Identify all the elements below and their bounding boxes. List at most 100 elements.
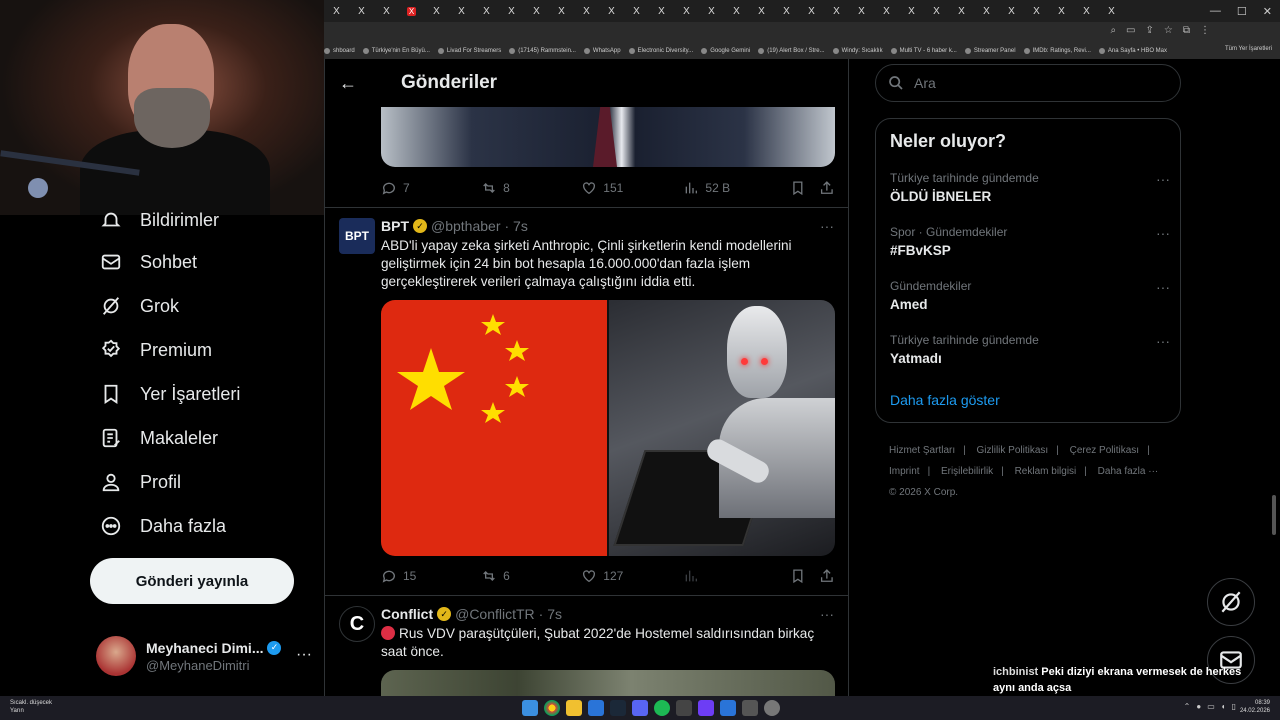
bookmark-item[interactable]: Türkiye'nin En Büyü... xyxy=(362,47,430,54)
footer-link[interactable]: Daha fazla ··· xyxy=(1098,466,1159,477)
trend-more-icon[interactable]: ··· xyxy=(1156,171,1170,187)
account-more-icon[interactable]: ··· xyxy=(296,646,312,664)
browser-tab[interactable]: X xyxy=(849,0,874,22)
reply-button[interactable]: 7 xyxy=(381,180,481,196)
footer-link[interactable]: Hizmet Şartları xyxy=(889,445,955,456)
tweet-avatar[interactable]: BPT xyxy=(339,218,375,254)
footer-link[interactable]: Imprint xyxy=(889,466,920,477)
trend-item[interactable]: Türkiye tarihinde gündemde Yatmadı ··· xyxy=(890,333,1170,366)
tweet-author-handle[interactable]: @bpthaber xyxy=(431,218,500,234)
volume-icon[interactable]: ◖ xyxy=(1221,702,1226,711)
footer-link[interactable]: Reklam bilgisi xyxy=(1015,466,1077,477)
share-icon[interactable]: ⇪ xyxy=(1146,25,1154,36)
like-button[interactable]: 151 xyxy=(581,180,683,196)
browser-tab[interactable]: X xyxy=(724,0,749,22)
tweet-image[interactable] xyxy=(381,670,835,696)
bookmark-item[interactable]: (19) Alert Box / Stre... xyxy=(758,47,825,54)
browser-tab[interactable]: X xyxy=(599,0,624,22)
nav-item-bookmarks[interactable]: Yer İşaretleri xyxy=(90,372,320,416)
browser-tab[interactable]: X xyxy=(749,0,774,22)
browser-tab[interactable]: X xyxy=(1024,0,1049,22)
browser-tab[interactable]: X xyxy=(824,0,849,22)
browser-tab[interactable]: X xyxy=(1049,0,1074,22)
search-icon[interactable]: ⌕ xyxy=(1110,25,1116,36)
spotify-icon[interactable] xyxy=(654,700,670,716)
steam-icon[interactable] xyxy=(610,700,626,716)
post-button[interactable]: Gönderi yayınla xyxy=(90,558,294,604)
trend-more-icon[interactable]: ··· xyxy=(1156,225,1170,241)
tweet-author-name[interactable]: BPT xyxy=(381,218,409,234)
share-icon[interactable] xyxy=(819,568,835,584)
start-icon[interactable] xyxy=(522,700,538,716)
app-icon[interactable] xyxy=(698,700,714,716)
trend-item[interactable]: Gündemdekiler Amed ··· xyxy=(890,279,1170,312)
grok-button[interactable] xyxy=(1207,578,1255,626)
tweet-more-icon[interactable]: ··· xyxy=(820,606,834,622)
battery-icon[interactable]: ▯ xyxy=(1232,702,1236,711)
browser-tab[interactable]: X xyxy=(799,0,824,22)
browser-tab[interactable]: X xyxy=(874,0,899,22)
browser-tab[interactable]: X xyxy=(999,0,1024,22)
bookmark-item[interactable]: Multi TV - 6 haber k... xyxy=(890,47,957,54)
star-icon[interactable]: ☆ xyxy=(1164,25,1173,36)
extensions-icon[interactable]: ⧉ xyxy=(1183,25,1190,36)
bookmark-item[interactable]: Ana Sayfa • HBO Max xyxy=(1098,47,1167,54)
trend-item[interactable]: Türkiye tarihinde gündemde ÖLDÜ İBNELER … xyxy=(890,171,1170,204)
browser-tab[interactable]: X xyxy=(624,0,649,22)
maximize-icon[interactable]: ☐ xyxy=(1237,5,1247,18)
app-icon[interactable] xyxy=(720,700,736,716)
browser-tab[interactable]: X xyxy=(574,0,599,22)
bookmark-item[interactable]: Livad For Streamers xyxy=(437,47,501,54)
bookmark-item[interactable]: Windy: Sıcaklık xyxy=(832,47,883,54)
bookmark-item[interactable]: Streamer Panel xyxy=(964,47,1016,54)
tweet-author-handle[interactable]: @ConflictTR xyxy=(455,606,535,622)
browser-tab[interactable]: X xyxy=(399,0,424,22)
views-button[interactable]: 52 B xyxy=(683,180,781,196)
network-icon[interactable]: ▭ xyxy=(1207,702,1215,711)
browser-tab[interactable]: X xyxy=(499,0,524,22)
tweet-time[interactable]: · 7s xyxy=(504,218,527,234)
search-input[interactable]: Ara xyxy=(875,64,1181,102)
clock[interactable]: 08:39 24.02.2026 xyxy=(1240,699,1270,715)
nav-item-premium[interactable]: Premium xyxy=(90,328,320,372)
browser-tab[interactable]: X xyxy=(1074,0,1099,22)
folder-icon[interactable] xyxy=(566,700,582,716)
account-switcher[interactable]: Meyhaneci Dimi... ✓ @MeyhaneDimitri ··· xyxy=(96,634,316,678)
tweet-more-icon[interactable]: ··· xyxy=(820,218,834,234)
nav-item-grok[interactable]: Grok xyxy=(90,284,320,328)
bookmark-item[interactable]: WhatsApp xyxy=(583,47,621,54)
tweet-avatar[interactable]: C xyxy=(339,606,375,642)
trend-more-icon[interactable]: ··· xyxy=(1156,333,1170,349)
browser-tab[interactable]: X xyxy=(324,0,349,22)
browser-tab[interactable]: X xyxy=(699,0,724,22)
tweet-author-name[interactable]: Conflict xyxy=(381,606,433,622)
bookmark-item[interactable]: Electronic Diversity... xyxy=(628,47,693,54)
minimize-icon[interactable]: — xyxy=(1210,5,1221,17)
browser-tab[interactable]: X xyxy=(524,0,549,22)
tweet-image[interactable] xyxy=(381,300,835,556)
show-more-link[interactable]: Daha fazla göster xyxy=(890,392,1000,408)
footer-link[interactable]: Gizlilik Politikası xyxy=(977,445,1049,456)
chrome-icon[interactable] xyxy=(544,700,560,716)
views-button[interactable] xyxy=(683,568,781,584)
browser-tab[interactable]: X xyxy=(924,0,949,22)
app-icon[interactable] xyxy=(676,700,692,716)
browser-tab[interactable]: X xyxy=(474,0,499,22)
browser-tab[interactable]: X xyxy=(774,0,799,22)
like-button[interactable]: 127 xyxy=(581,568,683,584)
nav-item-profile[interactable]: Profil xyxy=(90,460,320,504)
bookmarks-folder[interactable]: Tüm Yer İşaretleri xyxy=(1225,46,1272,52)
app-icon[interactable] xyxy=(588,700,604,716)
browser-tab[interactable]: X xyxy=(549,0,574,22)
close-window-icon[interactable]: ✕ xyxy=(1263,5,1272,18)
browser-tab[interactable]: X xyxy=(949,0,974,22)
browser-tab[interactable]: X xyxy=(649,0,674,22)
bookmark-item[interactable]: Google Gemini xyxy=(701,47,750,54)
nav-item-notifications[interactable]: Bildirimler xyxy=(90,200,320,240)
footer-link[interactable]: Erişilebilirlik xyxy=(941,466,993,477)
browser-tab[interactable]: X xyxy=(974,0,999,22)
bookmark-item[interactable]: shboard xyxy=(324,47,355,54)
trend-item[interactable]: Spor · Gündemdekiler #FBvKSP ··· xyxy=(890,225,1170,258)
browser-tab[interactable]: X xyxy=(674,0,699,22)
cast-icon[interactable]: ▭ xyxy=(1126,25,1135,36)
